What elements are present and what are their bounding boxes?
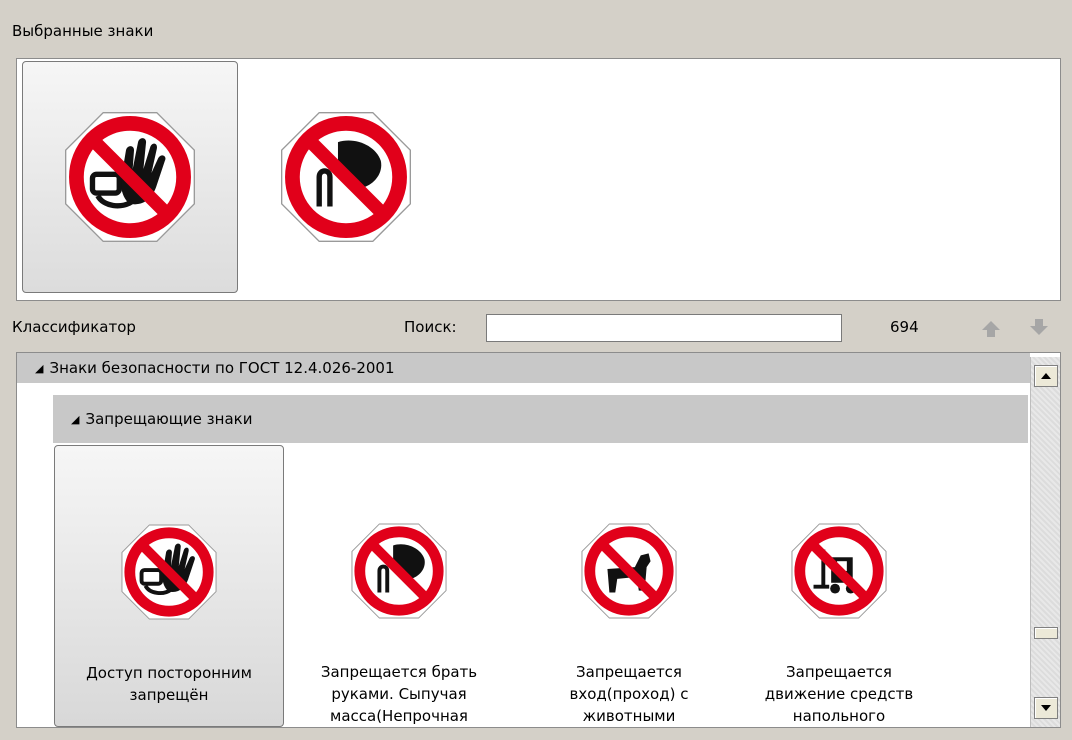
- scroll-up-icon: [1041, 373, 1051, 379]
- sign-caption-line: масса(Непрочная: [330, 707, 468, 725]
- scroll-down-icon: [1041, 705, 1051, 711]
- sign-caption-line: вход(проход) с: [569, 685, 689, 703]
- expand-triangle-icon: ◢: [71, 412, 80, 426]
- tree-root-label: Знаки безопасности по ГОСТ 12.4.026-2001: [49, 359, 395, 377]
- sign-caption-line: руками. Сыпучая: [331, 685, 467, 703]
- no-entry-hand-icon: [63, 110, 197, 244]
- scrollbar-thumb[interactable]: [1034, 627, 1058, 639]
- sign-card[interactable]: Запрещается движение средств напольного: [724, 445, 954, 727]
- sign-caption-line: напольного: [792, 707, 886, 725]
- sign-card[interactable]: Запрещается брать руками. Сыпучая масса(…: [284, 445, 514, 727]
- sign-card[interactable]: Доступ посторонним запрещён: [54, 445, 284, 727]
- sign-caption-line: животными: [582, 707, 676, 725]
- vertical-scrollbar[interactable]: [1030, 357, 1060, 727]
- selected-signs-title: Выбранные знаки: [12, 22, 154, 40]
- no-touch-bulk-icon: [350, 522, 448, 620]
- sign-caption-line: движение средств: [764, 685, 914, 703]
- tree-group-row[interactable]: ◢ Запрещающие знаки: [53, 395, 1028, 443]
- no-touch-bulk-icon: [279, 110, 413, 244]
- expand-triangle-icon: ◢: [35, 361, 44, 375]
- search-input[interactable]: [486, 314, 842, 342]
- sign-caption-line: запрещён: [129, 686, 209, 704]
- no-animals-icon: [580, 522, 678, 620]
- no-entry-hand-icon: [120, 523, 218, 621]
- search-label: Поиск:: [404, 318, 457, 336]
- selected-sign-tile-2[interactable]: [238, 61, 454, 293]
- sign-caption-line: Запрещается: [576, 663, 682, 681]
- no-forklift-icon: [790, 522, 888, 620]
- sign-caption-line: Запрещается: [786, 663, 892, 681]
- sign-caption-line: Запрещается брать: [320, 663, 478, 681]
- tree-root-row[interactable]: ◢ Знаки безопасности по ГОСТ 12.4.026-20…: [17, 353, 1030, 383]
- arrow-down-icon[interactable]: [1028, 316, 1050, 338]
- classifier-title: Классификатор: [12, 318, 136, 336]
- selected-signs-panel: [16, 58, 1061, 301]
- sign-card[interactable]: Запрещается вход(проход) с животными: [514, 445, 744, 727]
- scroll-down-button[interactable]: [1034, 697, 1058, 719]
- arrow-up-icon[interactable]: [980, 318, 1002, 340]
- selected-sign-tile-1[interactable]: [22, 61, 238, 293]
- scroll-up-button[interactable]: [1034, 365, 1058, 387]
- result-count: 694: [890, 318, 919, 336]
- classifier-panel: ◢ Знаки безопасности по ГОСТ 12.4.026-20…: [16, 352, 1061, 728]
- sign-caption-line: Доступ посторонним: [86, 664, 252, 682]
- tree-group-label: Запрещающие знаки: [85, 410, 253, 428]
